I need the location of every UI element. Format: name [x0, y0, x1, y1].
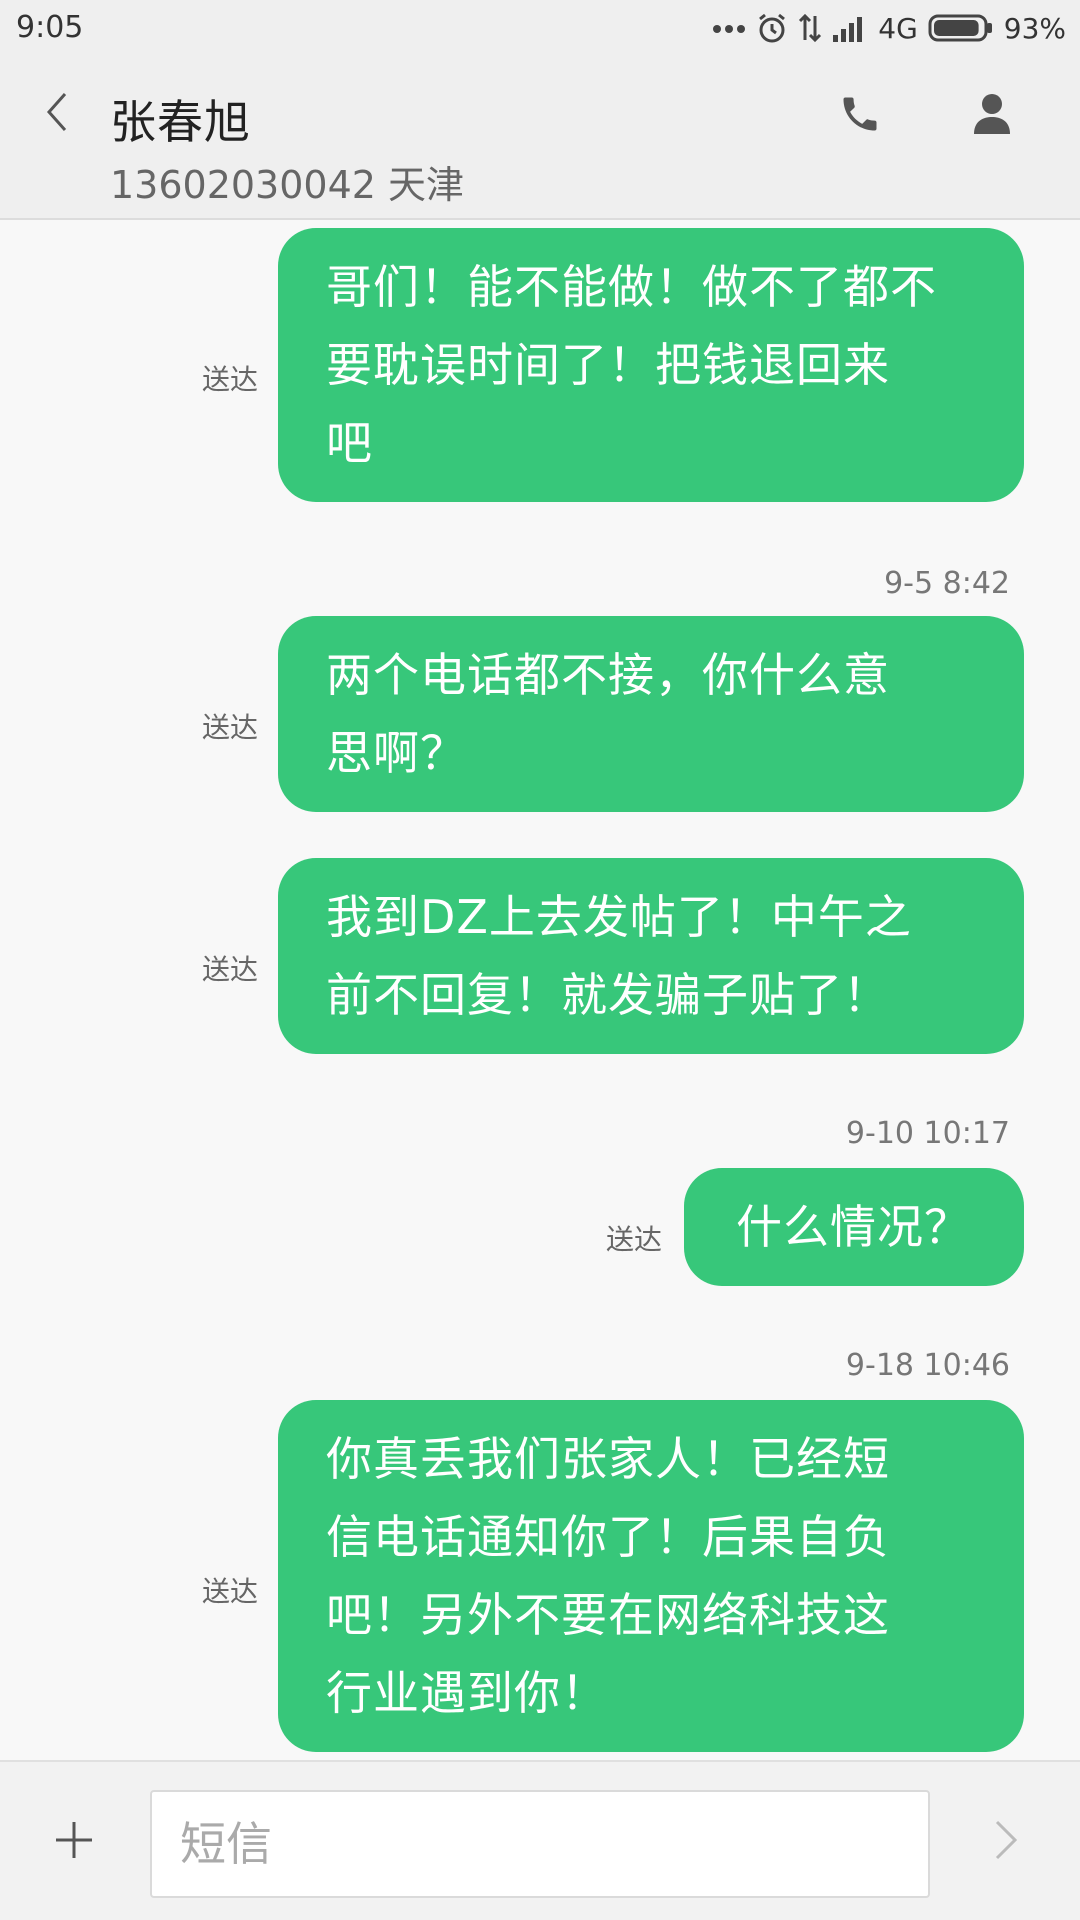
plus-icon	[54, 1820, 94, 1864]
message-bubble[interactable]: 哥们！能不能做！做不了都不 要耽误时间了！把钱退回来 吧	[278, 228, 1024, 502]
message-timestamp: 9-5 8:42	[884, 566, 1010, 601]
message-line: 什么情况？	[736, 1200, 971, 1254]
signal-icon	[832, 13, 868, 43]
delivery-status: 送达	[202, 953, 259, 986]
back-arrow-icon	[43, 90, 71, 138]
message-bubble[interactable]: 你真丢我们张家人！已经短 信电话通知你了！后果自负 吧！另外不要在网络科技这 行…	[278, 1400, 1024, 1752]
message-line: 吧！另外不要在网络科技这	[326, 1588, 890, 1642]
message-line: 思啊？	[326, 726, 467, 780]
battery-percent: 93%	[1003, 11, 1066, 45]
message-timestamp: 9-18 10:46	[845, 1348, 1010, 1383]
message-line: 哥们！能不能做！做不了都不	[326, 260, 937, 314]
network-type: 4G	[878, 11, 918, 45]
status-bar: 9:05 4G 93%	[0, 0, 1080, 56]
add-attachment-button[interactable]	[46, 1814, 102, 1870]
contact-profile-button[interactable]	[962, 86, 1022, 146]
conversation-header: 张春旭 13602030042 天津	[0, 56, 1080, 220]
message-line: 你真丢我们张家人！已经短	[326, 1432, 890, 1486]
more-dots-icon	[712, 22, 746, 34]
send-chevron-icon	[993, 1818, 1019, 1866]
message-line: 前不回复！就发骗子贴了！	[326, 968, 890, 1022]
status-icons: 4G 93%	[712, 8, 1066, 48]
data-arrows-icon	[798, 12, 822, 44]
call-button[interactable]	[830, 86, 890, 146]
phone-icon	[838, 92, 882, 140]
message-line: 我到DZ上去发帖了！中午之	[326, 890, 912, 944]
contact-number-location: 13602030042 天津	[110, 163, 465, 207]
message-timestamp: 9-10 10:17	[845, 1116, 1010, 1151]
message-list[interactable]: 哥们！能不能做！做不了都不 要耽误时间了！把钱退回来 吧 送达 9-5 8:42…	[0, 222, 1080, 1760]
send-button[interactable]	[978, 1814, 1034, 1870]
message-line: 行业遇到你！	[326, 1666, 608, 1720]
message-bubble[interactable]: 两个电话都不接，你什么意 思啊？	[278, 616, 1024, 812]
alarm-icon	[756, 12, 788, 44]
message-line: 吧	[326, 416, 373, 470]
sms-conversation-screen: 9:05 4G 93% 张春旭 13602030042 天津 哥们！能不能做！做…	[0, 0, 1080, 1920]
message-input[interactable]	[150, 1790, 930, 1898]
message-bubble[interactable]: 我到DZ上去发帖了！中午之 前不回复！就发骗子贴了！	[278, 858, 1024, 1054]
status-time: 9:05	[16, 10, 84, 45]
message-line: 要耽误时间了！把钱退回来	[326, 338, 890, 392]
delivery-status: 送达	[202, 363, 259, 396]
message-line: 两个电话都不接，你什么意	[326, 648, 890, 702]
person-icon	[972, 92, 1012, 140]
message-line: 信电话通知你了！后果自负	[326, 1510, 890, 1564]
contact-name: 张春旭	[110, 95, 251, 149]
delivery-status: 送达	[202, 711, 259, 744]
compose-bar	[0, 1760, 1080, 1920]
delivery-status: 送达	[202, 1575, 259, 1608]
message-bubble[interactable]: 什么情况？	[684, 1168, 1024, 1286]
battery-icon	[928, 13, 994, 43]
delivery-status: 送达	[606, 1223, 663, 1256]
back-button[interactable]	[30, 86, 84, 142]
